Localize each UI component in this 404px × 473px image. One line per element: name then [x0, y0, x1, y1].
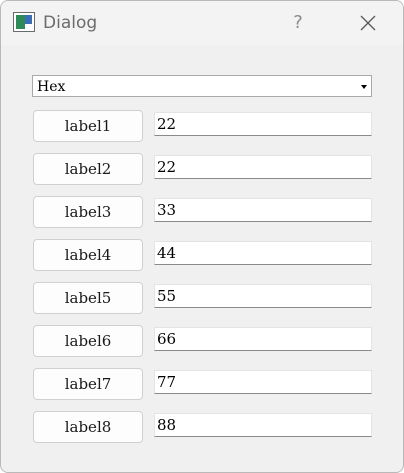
label2-button[interactable]: label2 — [33, 153, 143, 185]
label8-button[interactable]: label8 — [33, 411, 143, 443]
label1-button[interactable]: label1 — [33, 110, 143, 142]
app-icon — [13, 12, 35, 32]
label7-button[interactable]: label7 — [33, 368, 143, 400]
label3-input[interactable] — [154, 198, 372, 222]
label5-input[interactable] — [154, 284, 372, 308]
combobox-value: Hex — [37, 79, 66, 95]
label4-button[interactable]: label4 — [33, 239, 143, 271]
label5-button[interactable]: label5 — [33, 282, 143, 314]
field-row-3: label3 — [33, 196, 373, 230]
label4-input[interactable] — [154, 241, 372, 265]
label2-input[interactable] — [154, 155, 372, 179]
label8-input[interactable] — [154, 413, 372, 437]
title-bar[interactable]: Dialog ? — [1, 1, 403, 45]
field-row-7: label7 — [33, 368, 373, 402]
field-row-2: label2 — [33, 153, 373, 187]
label7-input[interactable] — [154, 370, 372, 394]
label6-input[interactable] — [154, 327, 372, 351]
close-button[interactable] — [341, 1, 395, 45]
dialog-window: Dialog ? Hex label1 label2 label3 label4… — [0, 0, 404, 473]
help-button[interactable]: ? — [271, 1, 325, 45]
field-row-8: label8 — [33, 411, 373, 445]
dropdown-arrow-icon — [361, 85, 367, 89]
label3-button[interactable]: label3 — [33, 196, 143, 228]
label6-button[interactable]: label6 — [33, 325, 143, 357]
field-row-5: label5 — [33, 282, 373, 316]
label1-input[interactable] — [154, 112, 372, 136]
window-title: Dialog — [43, 13, 98, 33]
field-row-6: label6 — [33, 325, 373, 359]
field-row-4: label4 — [33, 239, 373, 273]
format-combobox[interactable]: Hex — [32, 75, 372, 97]
close-icon — [360, 15, 376, 31]
field-row-1: label1 — [33, 110, 373, 144]
